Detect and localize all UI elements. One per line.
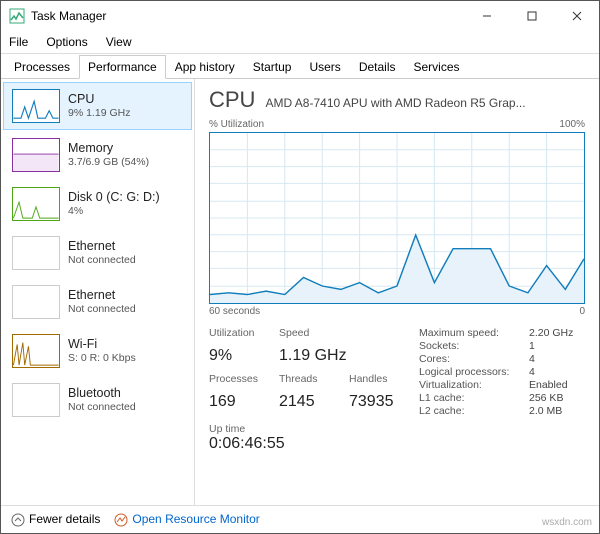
chart-label-right: 100% — [559, 119, 585, 130]
sidebar-item-label: Bluetooth — [68, 385, 136, 401]
tab-users[interactable]: Users — [300, 55, 349, 79]
menu-options[interactable]: Options — [44, 33, 89, 51]
watermark: wsxdn.com — [542, 517, 592, 528]
sidebar-item-sub: 3.7/6.9 GB (54%) — [68, 156, 149, 170]
chart-bottom-right: 0 — [579, 306, 585, 317]
sidebar-item-bluetooth[interactable]: Bluetooth Not connected — [3, 376, 192, 424]
tab-app-history[interactable]: App history — [166, 55, 244, 79]
tabbar: Processes Performance App history Startu… — [1, 54, 599, 79]
info-value: 4 — [529, 366, 599, 378]
sidebar-item-memory[interactable]: Memory 3.7/6.9 GB (54%) — [3, 131, 192, 179]
cpu-utilization-chart[interactable] — [209, 132, 585, 304]
sidebar-item-label: Ethernet — [68, 287, 136, 303]
sidebar-item-label: CPU — [68, 91, 130, 107]
chart-bottom-left: 60 seconds — [209, 306, 260, 317]
sidebar-item-cpu[interactable]: CPU 9% 1.19 GHz — [3, 82, 192, 130]
wifi-thumb-icon — [12, 334, 60, 368]
footer: Fewer details Open Resource Monitor — [1, 505, 599, 533]
sidebar-item-label: Memory — [68, 140, 149, 156]
tab-services[interactable]: Services — [405, 55, 469, 79]
info-value: 2.0 MB — [529, 405, 599, 417]
ethernet-thumb-icon — [12, 236, 60, 270]
info-label: Logical processors: — [419, 366, 529, 378]
threads-value: 2145 — [279, 393, 349, 417]
sidebar-item-sub: Not connected — [68, 401, 136, 415]
task-manager-window: Task Manager File Options View Processes… — [0, 0, 600, 534]
speed-value: 1.19 GHz — [279, 347, 349, 371]
app-icon — [9, 8, 25, 24]
sidebar-item-label: Wi-Fi — [68, 336, 136, 352]
sidebar-item-disk[interactable]: Disk 0 (C: G: D:) 4% — [3, 180, 192, 228]
info-value: 2.20 GHz — [529, 327, 599, 339]
sidebar-item-label: Ethernet — [68, 238, 136, 254]
handles-value: 73935 — [349, 393, 409, 417]
main-panel: CPU AMD A8-7410 APU with AMD Radeon R5 G… — [195, 79, 599, 505]
sidebar-item-sub: Not connected — [68, 254, 136, 268]
stat-label: Processes — [209, 373, 279, 391]
sidebar-item-sub: 9% 1.19 GHz — [68, 107, 130, 121]
disk-thumb-icon — [12, 187, 60, 221]
sidebar-item-ethernet-0[interactable]: Ethernet Not connected — [3, 229, 192, 277]
fewer-details-button[interactable]: Fewer details — [11, 512, 100, 527]
tab-processes[interactable]: Processes — [5, 55, 79, 79]
ethernet-thumb-icon — [12, 285, 60, 319]
tab-details[interactable]: Details — [350, 55, 405, 79]
tab-performance[interactable]: Performance — [79, 55, 166, 79]
minimize-button[interactable] — [464, 1, 509, 31]
bluetooth-thumb-icon — [12, 383, 60, 417]
info-label: L1 cache: — [419, 392, 529, 404]
info-label: Sockets: — [419, 340, 529, 352]
info-value: 256 KB — [529, 392, 599, 404]
page-title: CPU — [209, 87, 255, 113]
tab-startup[interactable]: Startup — [244, 55, 301, 79]
info-label: Cores: — [419, 353, 529, 365]
titlebar[interactable]: Task Manager — [1, 1, 599, 31]
stat-label: Utilization — [209, 327, 279, 345]
info-value: Enabled — [529, 379, 599, 391]
sidebar-item-ethernet-1[interactable]: Ethernet Not connected — [3, 278, 192, 326]
menubar: File Options View — [1, 31, 599, 54]
sidebar: CPU 9% 1.19 GHz Memory 3.7/6.9 GB (54%) — [1, 79, 195, 505]
menu-file[interactable]: File — [7, 33, 30, 51]
maximize-button[interactable] — [509, 1, 554, 31]
sidebar-item-wifi[interactable]: Wi-Fi S: 0 R: 0 Kbps — [3, 327, 192, 375]
cpu-model: AMD A8-7410 APU with AMD Radeon R5 Grap.… — [265, 96, 525, 110]
open-resource-monitor-link[interactable]: Open Resource Monitor — [114, 512, 259, 527]
window-title: Task Manager — [31, 9, 464, 23]
info-label: Virtualization: — [419, 379, 529, 391]
sidebar-item-sub: Not connected — [68, 303, 136, 317]
sidebar-item-sub: 4% — [68, 205, 160, 219]
info-value: 4 — [529, 353, 599, 365]
stat-label: Speed — [279, 327, 349, 345]
uptime-value: 0:06:46:55 — [209, 435, 585, 453]
uptime-label: Up time — [209, 423, 585, 435]
menu-view[interactable]: View — [104, 33, 134, 51]
memory-thumb-icon — [12, 138, 60, 172]
info-label: Maximum speed: — [419, 327, 529, 339]
chart-label-left: % Utilization — [209, 119, 264, 130]
processes-value: 169 — [209, 393, 279, 417]
info-value: 1 — [529, 340, 599, 352]
stat-label: Threads — [279, 373, 349, 391]
close-button[interactable] — [554, 1, 599, 31]
cpu-thumb-icon — [12, 89, 60, 123]
utilization-value: 9% — [209, 347, 279, 371]
stat-label: Handles — [349, 373, 409, 391]
sidebar-item-sub: S: 0 R: 0 Kbps — [68, 352, 136, 366]
sidebar-item-label: Disk 0 (C: G: D:) — [68, 189, 160, 205]
info-label: L2 cache: — [419, 405, 529, 417]
